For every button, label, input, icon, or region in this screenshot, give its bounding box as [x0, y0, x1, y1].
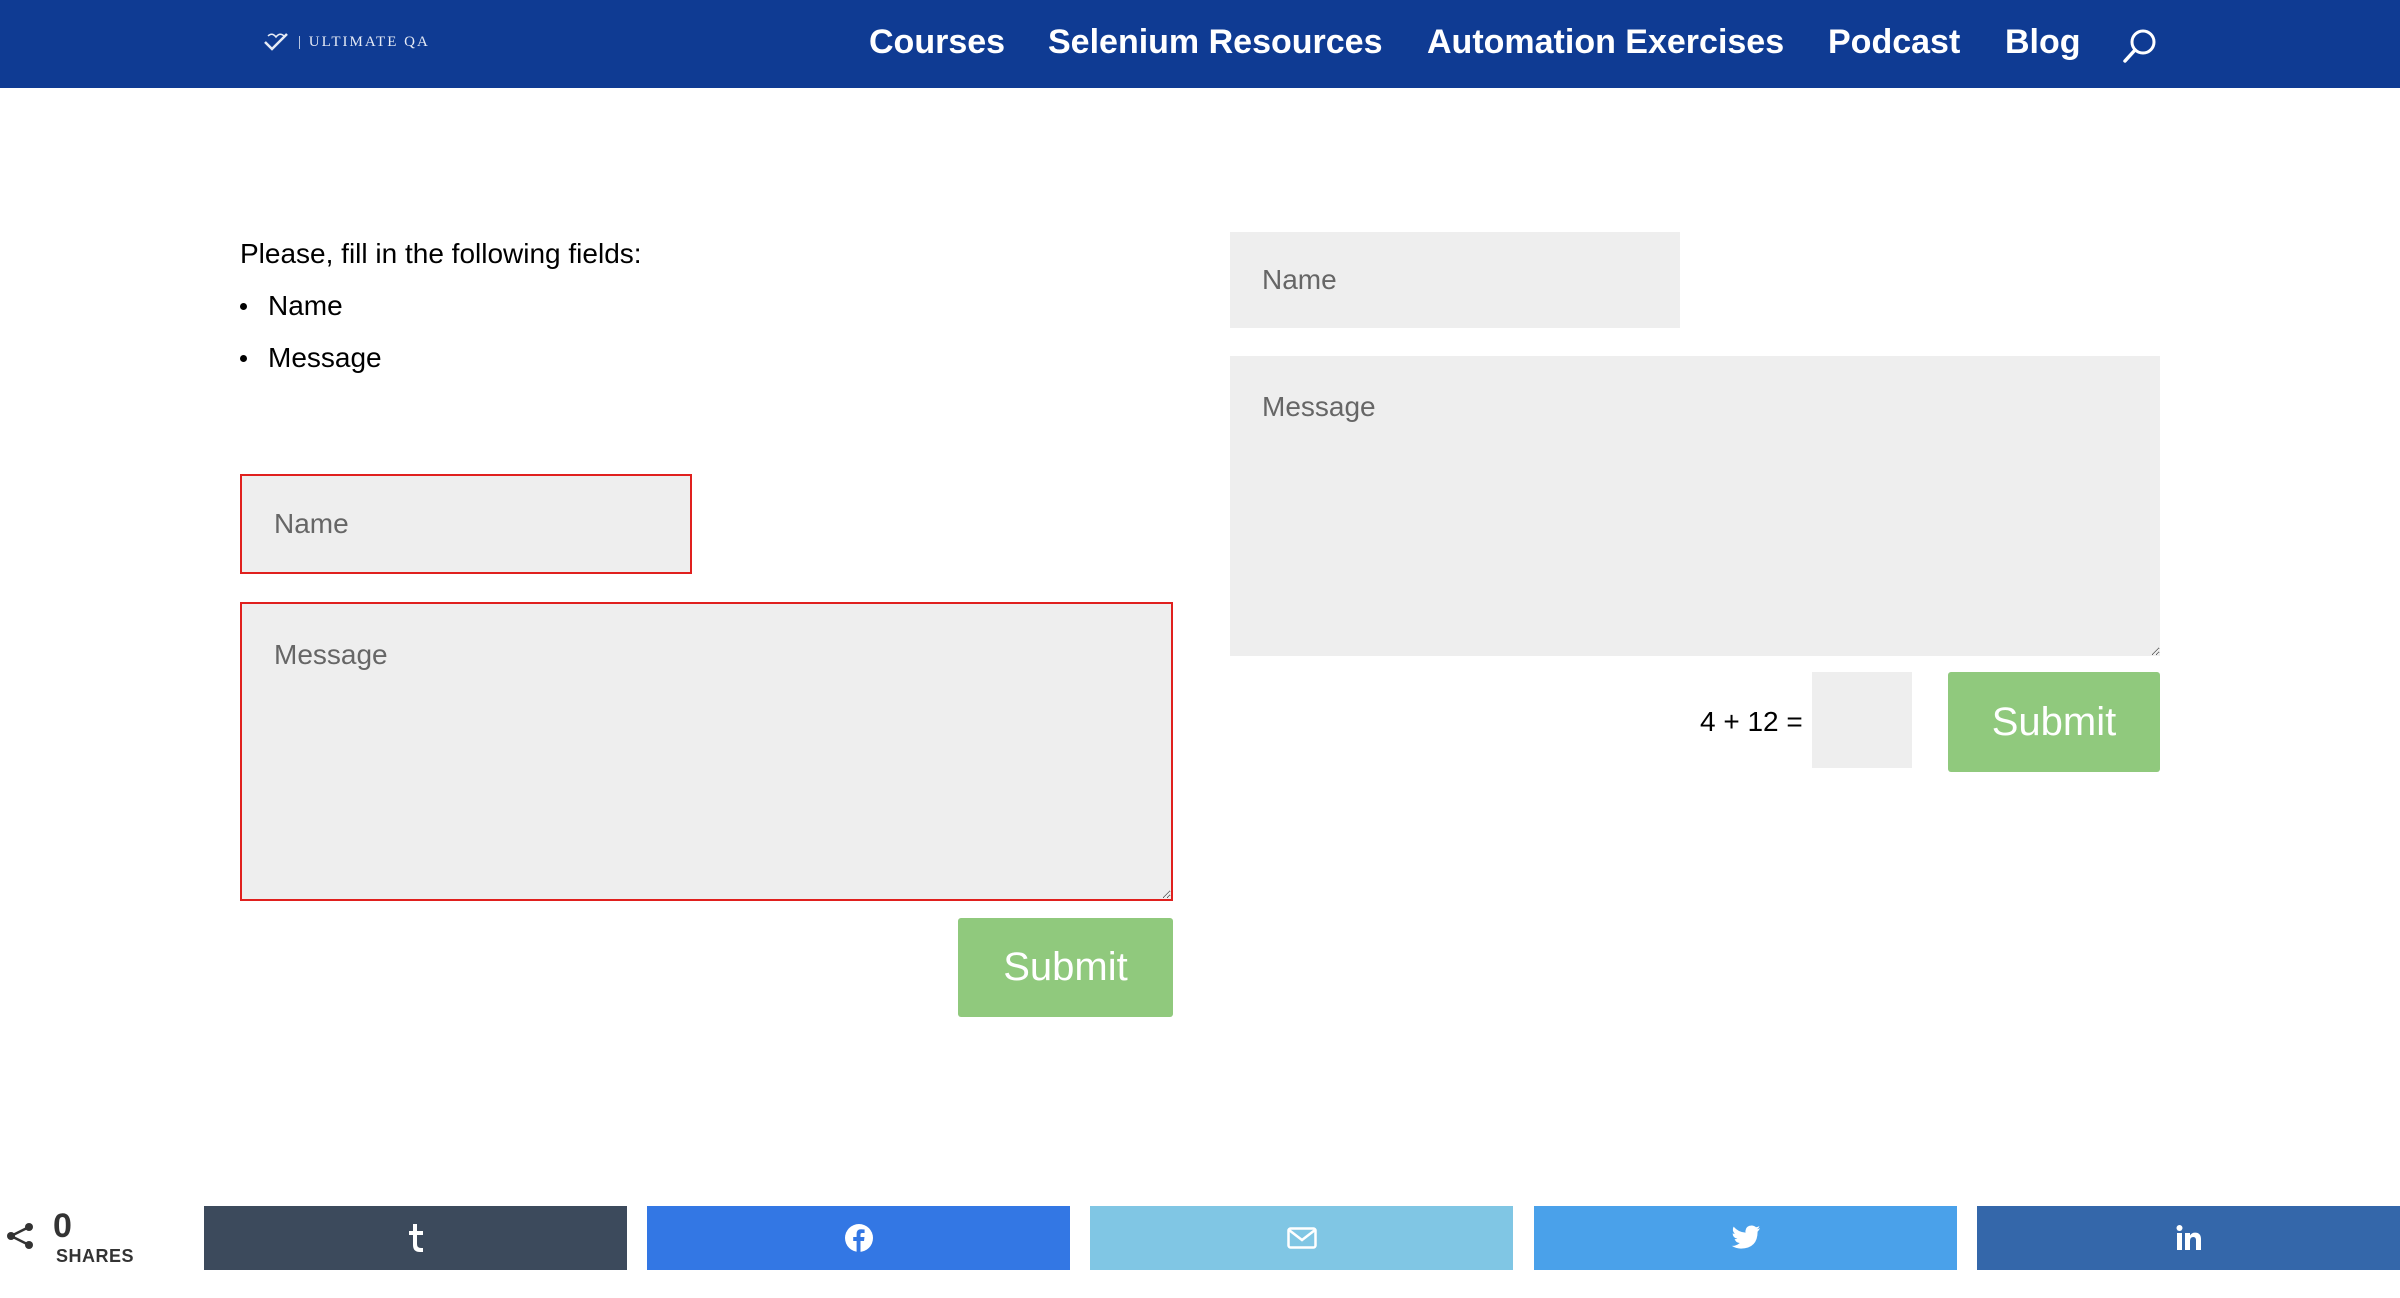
list-item: Name — [240, 288, 382, 340]
share-tumblr-button[interactable] — [204, 1206, 627, 1270]
right-message-textarea[interactable] — [1230, 356, 2160, 656]
form-instructions: Please, fill in the following fields: — [240, 238, 642, 269]
email-icon — [1286, 1227, 1317, 1249]
left-submit-button[interactable]: Submit — [958, 918, 1173, 1017]
share-email-button[interactable] — [1090, 1206, 1513, 1270]
checkmark-heart-icon — [264, 33, 288, 51]
nav-automation-exercises[interactable]: Automation Exercises — [1427, 22, 1784, 62]
nav-selenium-resources[interactable]: Selenium Resources — [1048, 22, 1382, 62]
site-logo[interactable]: | ULTIMATE QA — [262, 30, 430, 54]
twitter-icon — [1731, 1225, 1760, 1249]
share-count-label: SHARES — [56, 1246, 135, 1266]
search-icon[interactable] — [2120, 26, 2160, 66]
left-name-input[interactable] — [240, 474, 692, 574]
captcha-question: 4 + 12 = — [1700, 706, 1803, 737]
required-fields-list: Name Message — [240, 288, 382, 392]
list-item: Message — [240, 340, 382, 392]
share-icon — [7, 1223, 33, 1249]
nav-blog[interactable]: Blog — [2005, 22, 2081, 62]
site-header: | ULTIMATE QA Courses Selenium Resources… — [0, 0, 2400, 88]
left-message-textarea[interactable] — [240, 602, 1173, 901]
linkedin-icon — [2176, 1225, 2201, 1250]
nav-podcast[interactable]: Podcast — [1828, 22, 1960, 62]
nav-courses[interactable]: Courses — [869, 22, 1005, 62]
tumblr-icon — [408, 1224, 423, 1252]
captcha-answer-input[interactable] — [1812, 672, 1912, 768]
logo-text: | ULTIMATE QA — [298, 33, 430, 50]
share-facebook-button[interactable] — [647, 1206, 1070, 1270]
right-name-input[interactable] — [1230, 232, 1680, 328]
share-twitter-button[interactable] — [1534, 1206, 1957, 1270]
facebook-icon — [844, 1224, 873, 1252]
right-submit-button[interactable]: Submit — [1948, 672, 2160, 772]
share-linkedin-button[interactable] — [1977, 1206, 2400, 1270]
share-count: 0 SHARES — [0, 1206, 190, 1274]
share-count-number: 0 — [53, 1207, 72, 1245]
